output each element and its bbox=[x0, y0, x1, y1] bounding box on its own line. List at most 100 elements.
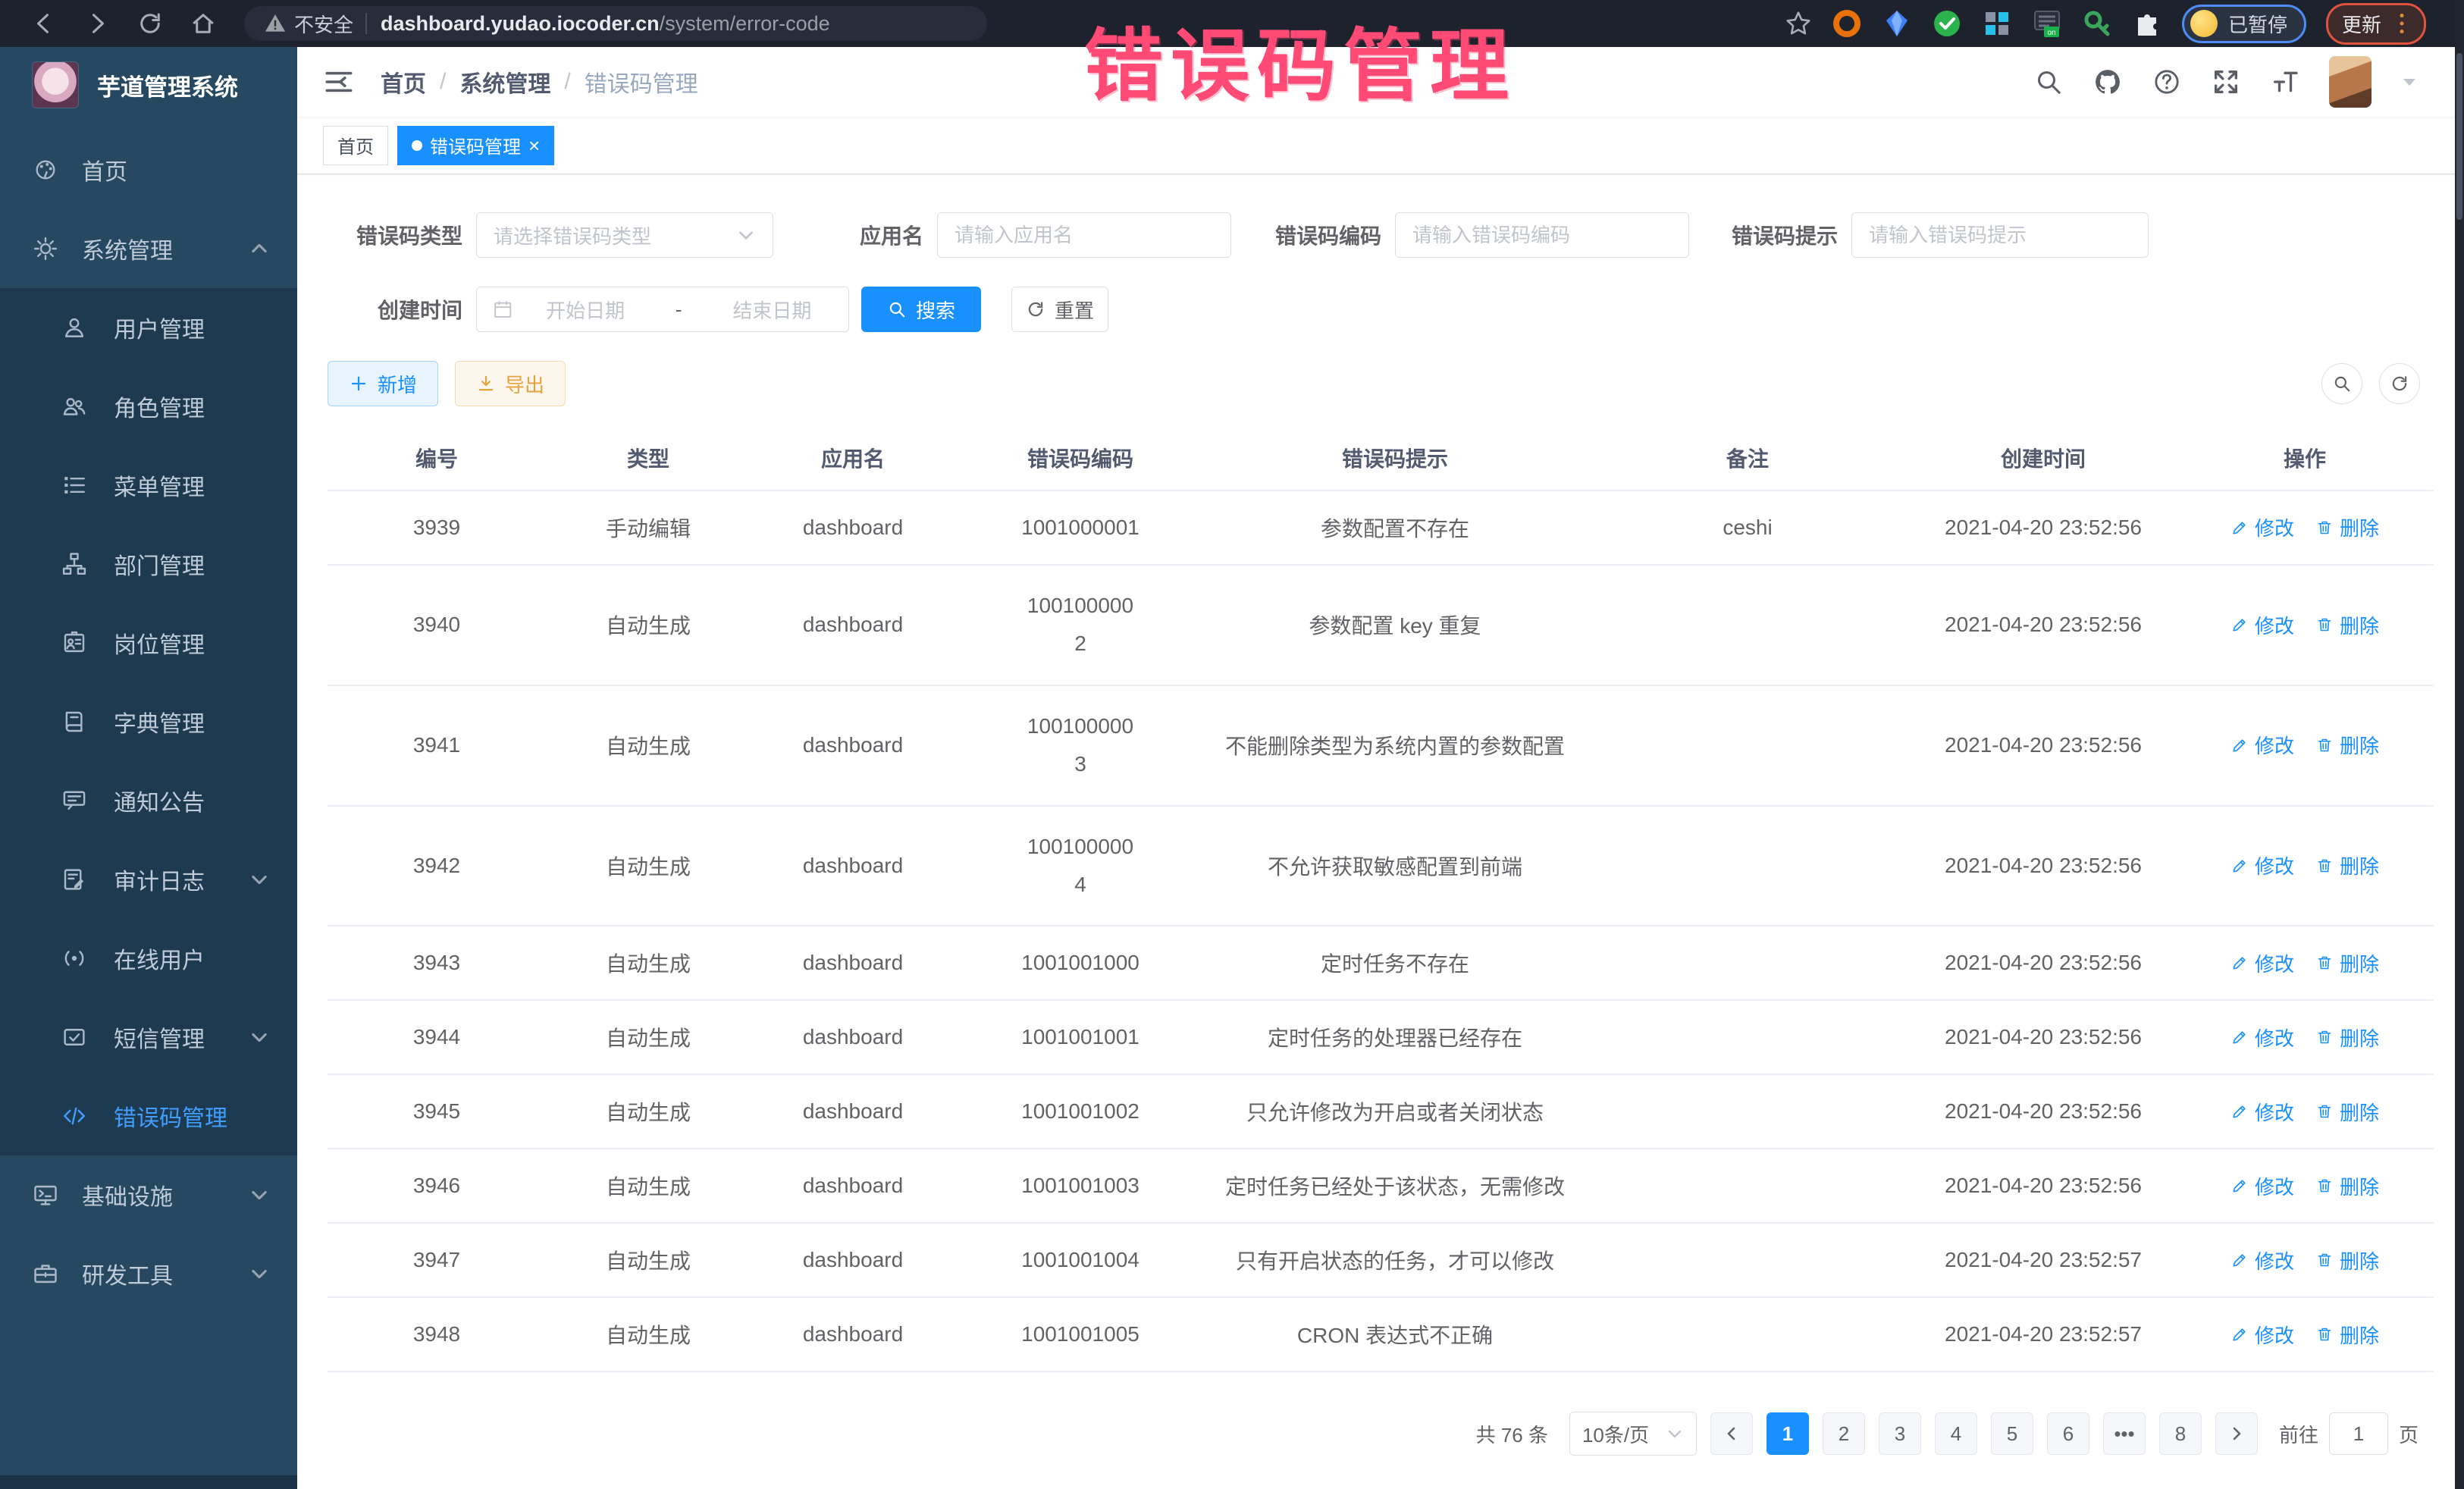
sidebar-item-字典管理[interactable]: 字典管理 bbox=[0, 682, 297, 761]
edit-link[interactable]: 修改 bbox=[2230, 1246, 2294, 1274]
delete-link[interactable]: 删除 bbox=[2315, 851, 2379, 879]
ext-cyan-grid[interactable] bbox=[1982, 8, 2012, 39]
start-date-placeholder[interactable]: 开始日期 bbox=[524, 296, 646, 324]
delete-link[interactable]: 删除 bbox=[2315, 1246, 2379, 1274]
delete-link[interactable]: 删除 bbox=[2315, 1098, 2379, 1126]
sidebar-item-在线用户[interactable]: 在线用户 bbox=[0, 919, 297, 998]
breadcrumb-system[interactable]: 系统管理 bbox=[459, 65, 550, 99]
sidebar-item-审计日志[interactable]: 审计日志 bbox=[0, 840, 297, 919]
fullscreen-icon[interactable] bbox=[2211, 67, 2241, 97]
help-question-icon[interactable] bbox=[2152, 67, 2182, 97]
breadcrumb-home[interactable]: 首页 bbox=[381, 65, 426, 99]
page-button-8[interactable]: 8 bbox=[2159, 1412, 2202, 1455]
next-page-button[interactable] bbox=[2215, 1412, 2258, 1455]
delete-link[interactable]: 删除 bbox=[2315, 1172, 2379, 1200]
edit-link[interactable]: 修改 bbox=[2230, 1172, 2294, 1200]
prev-page-button[interactable] bbox=[1710, 1412, 1753, 1455]
browser-reload-icon[interactable] bbox=[136, 10, 164, 37]
user-avatar[interactable] bbox=[2329, 56, 2372, 108]
edit-label: 修改 bbox=[2255, 513, 2294, 541]
tag-home[interactable]: 首页 bbox=[323, 126, 388, 165]
sidebar-item-首页[interactable]: 首页 bbox=[0, 130, 297, 209]
window-scrollbar[interactable] bbox=[2455, 0, 2464, 1489]
sidebar-item-角色管理[interactable]: 角色管理 bbox=[0, 367, 297, 446]
extension-paused-pill[interactable]: 已暂停 bbox=[2182, 5, 2306, 43]
sidebar-item-通知公告[interactable]: 通知公告 bbox=[0, 761, 297, 840]
browser-back-icon[interactable] bbox=[30, 10, 58, 37]
edit-link[interactable]: 修改 bbox=[2230, 513, 2294, 541]
create-time-range-picker[interactable]: 开始日期 - 结束日期 bbox=[476, 287, 849, 332]
logo-row[interactable]: 芋道管理系统 bbox=[0, 47, 297, 123]
delete-link[interactable]: 删除 bbox=[2315, 1023, 2379, 1052]
edit-link[interactable]: 修改 bbox=[2230, 1023, 2294, 1052]
page-button-2[interactable]: 2 bbox=[1823, 1412, 1865, 1455]
goto-page-input[interactable] bbox=[2329, 1412, 2388, 1455]
address-bar[interactable]: 不安全 dashboard.yudao.iocoder.cn/system/er… bbox=[244, 6, 987, 41]
delete-link[interactable]: 删除 bbox=[2315, 731, 2379, 759]
github-icon[interactable] bbox=[2093, 67, 2123, 97]
bookmark-star-icon[interactable] bbox=[1785, 10, 1812, 37]
search-button[interactable]: 搜索 bbox=[861, 287, 981, 332]
delete-link[interactable]: 删除 bbox=[2315, 949, 2379, 977]
delete-link[interactable]: 删除 bbox=[2315, 611, 2379, 639]
error-msg-input[interactable] bbox=[1852, 213, 2148, 257]
header-search-icon[interactable] bbox=[2033, 67, 2064, 97]
sidebar-item-菜单管理[interactable]: 菜单管理 bbox=[0, 446, 297, 525]
delete-link[interactable]: 删除 bbox=[2315, 513, 2379, 541]
filter-time-label: 创建时间 bbox=[328, 294, 462, 324]
browser-update-button[interactable]: 更新 bbox=[2326, 3, 2426, 45]
app-name-field[interactable] bbox=[937, 212, 1231, 258]
sidebar-item-用户管理[interactable]: 用户管理 bbox=[0, 288, 297, 367]
sidebar-item-岗位管理[interactable]: 岗位管理 bbox=[0, 603, 297, 682]
kebab-menu-icon[interactable] bbox=[2393, 12, 2410, 35]
sidebar-item-基础设施[interactable]: 基础设施 bbox=[0, 1155, 297, 1234]
ext-white-puzzle[interactable] bbox=[2132, 8, 2162, 39]
scrollbar-thumb[interactable] bbox=[2456, 53, 2462, 220]
top-navbar: 首页 / 系统管理 / 错误码管理 bbox=[297, 47, 2464, 117]
sidebar-fold-icon[interactable] bbox=[323, 66, 355, 98]
edit-link[interactable]: 修改 bbox=[2230, 1098, 2294, 1126]
add-button[interactable]: 新增 bbox=[328, 361, 438, 406]
page-button-1[interactable]: 1 bbox=[1766, 1412, 1809, 1455]
sidebar-item-系统管理[interactable]: 系统管理 bbox=[0, 209, 297, 288]
app-name-input[interactable] bbox=[938, 213, 1230, 257]
error-type-select[interactable]: 请选择错误码类型 bbox=[476, 212, 773, 258]
end-date-placeholder[interactable]: 结束日期 bbox=[711, 296, 833, 324]
ext-orange-ring[interactable] bbox=[1832, 8, 1862, 39]
delete-link[interactable]: 删除 bbox=[2315, 1321, 2379, 1349]
error-msg-field[interactable] bbox=[1851, 212, 2149, 258]
security-label[interactable]: 不安全 bbox=[294, 10, 353, 38]
ext-green-key[interactable] bbox=[2082, 8, 2112, 39]
ext-green-check[interactable] bbox=[1932, 8, 1962, 39]
cell-type: 自动生成 bbox=[546, 565, 751, 685]
reset-button[interactable]: 重置 bbox=[1011, 287, 1108, 332]
more-pages-button[interactable]: ••• bbox=[2103, 1412, 2146, 1455]
edit-link[interactable]: 修改 bbox=[2230, 731, 2294, 759]
error-code-field[interactable] bbox=[1395, 212, 1689, 258]
sidebar-item-短信管理[interactable]: 短信管理 bbox=[0, 998, 297, 1077]
sidebar-item-部门管理[interactable]: 部门管理 bbox=[0, 525, 297, 603]
edit-link[interactable]: 修改 bbox=[2230, 611, 2294, 639]
edit-link[interactable]: 修改 bbox=[2230, 949, 2294, 977]
edit-link[interactable]: 修改 bbox=[2230, 851, 2294, 879]
page-button-6[interactable]: 6 bbox=[2047, 1412, 2089, 1455]
browser-forward-icon[interactable] bbox=[83, 10, 111, 37]
tag-close-icon[interactable]: × bbox=[528, 136, 540, 155]
page-size-select[interactable]: 10条/页 bbox=[1569, 1412, 1697, 1456]
edit-link[interactable]: 修改 bbox=[2230, 1321, 2294, 1349]
ext-dark-on[interactable]: on bbox=[2032, 8, 2062, 39]
sidebar-item-研发工具[interactable]: 研发工具 bbox=[0, 1234, 297, 1313]
page-button-3[interactable]: 3 bbox=[1879, 1412, 1921, 1455]
ext-blue-gem[interactable] bbox=[1882, 8, 1912, 39]
page-button-4[interactable]: 4 bbox=[1935, 1412, 1977, 1455]
page-button-5[interactable]: 5 bbox=[1991, 1412, 2033, 1455]
export-button[interactable]: 导出 bbox=[455, 361, 566, 406]
refresh-table-button[interactable] bbox=[2379, 363, 2420, 404]
avatar-caret-down-icon[interactable] bbox=[2400, 73, 2419, 91]
sidebar-item-错误码管理[interactable]: 错误码管理 bbox=[0, 1077, 297, 1155]
tag-error-code[interactable]: 错误码管理 × bbox=[397, 126, 554, 165]
browser-home-icon[interactable] bbox=[190, 10, 217, 37]
error-code-input[interactable] bbox=[1396, 213, 1688, 257]
toggle-search-button[interactable] bbox=[2321, 363, 2362, 404]
font-size-icon[interactable] bbox=[2270, 67, 2300, 97]
